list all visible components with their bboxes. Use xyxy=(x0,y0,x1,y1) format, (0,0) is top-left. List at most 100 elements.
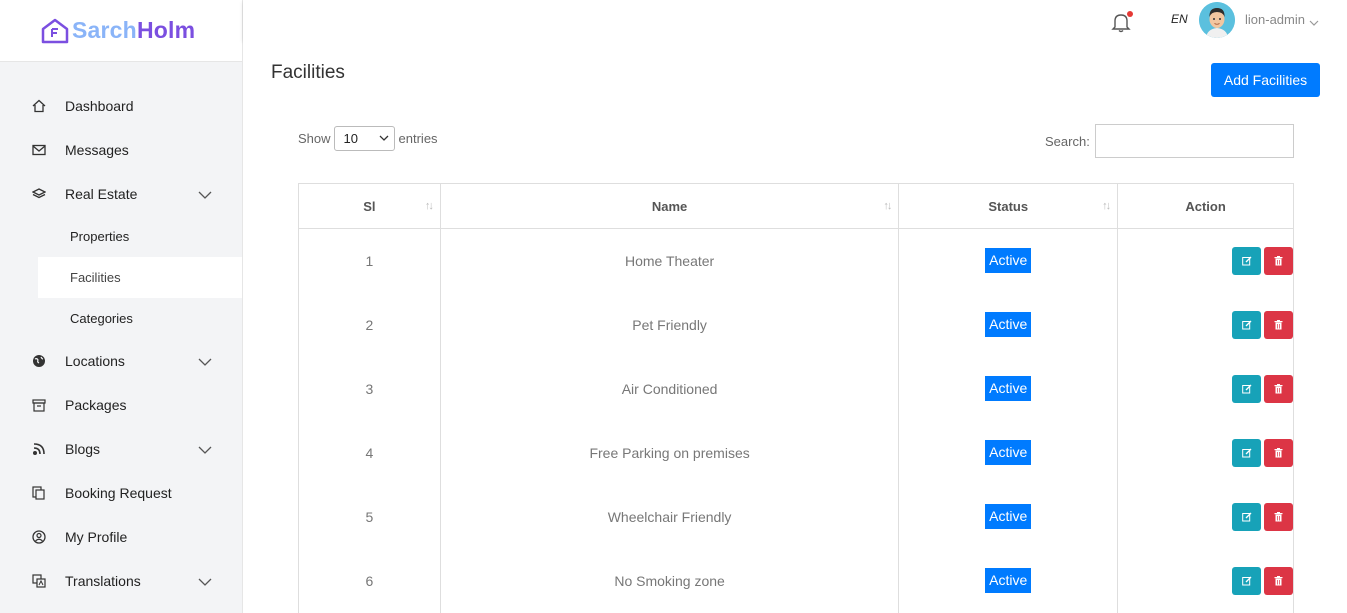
trash-icon xyxy=(1274,255,1283,266)
delete-button[interactable] xyxy=(1264,310,1293,339)
cell-name: Pet Friendly xyxy=(439,292,900,357)
layers-icon xyxy=(31,186,47,202)
sidebar-subitem-properties[interactable]: Properties xyxy=(0,216,242,257)
delete-button[interactable] xyxy=(1264,566,1293,595)
edit-button[interactable] xyxy=(1232,502,1261,531)
table-search: Search: xyxy=(1045,124,1294,158)
page-title: Facilities xyxy=(271,62,345,83)
sidebar-item-blogs[interactable]: Blogs xyxy=(0,427,242,471)
top-bar: EN lion-admin xyxy=(243,0,1347,40)
sidebar-subitem-facilities[interactable]: Facilities xyxy=(38,257,242,298)
cell-sl: 4 xyxy=(298,420,441,485)
sidebar-item-messages[interactable]: Messages xyxy=(0,128,242,172)
column-header-label: Name xyxy=(651,198,688,214)
translate-icon xyxy=(31,573,47,589)
sidebar-item-label: Real Estate xyxy=(65,186,138,202)
edit-icon xyxy=(1241,448,1251,457)
cell-sl: 2 xyxy=(298,292,441,357)
trash-icon xyxy=(1274,575,1283,585)
sidebar-item-locations[interactable]: Locations xyxy=(0,339,242,383)
sidebar-item-label: Dashboard xyxy=(65,98,134,114)
sidebar-item-real-estate[interactable]: Real Estate xyxy=(0,172,242,216)
edit-button[interactable] xyxy=(1232,438,1261,467)
sidebar: SarchHolm Dashboard Messages Real Estate… xyxy=(0,0,243,613)
sidebar-item-dashboard[interactable]: Dashboard xyxy=(0,84,242,128)
table-header-row: Sl ↑↓ Name ↑↓ Status ↑↓ Action xyxy=(298,183,1294,229)
edit-button[interactable] xyxy=(1232,246,1261,275)
edit-button[interactable] xyxy=(1232,374,1261,403)
trash-icon xyxy=(1274,447,1283,457)
cell-name: No Smoking zone xyxy=(439,548,900,613)
cell-sl: 6 xyxy=(298,548,441,613)
table-row: 6 No Smoking zone Active xyxy=(298,548,1294,613)
edit-button[interactable] xyxy=(1232,566,1261,595)
entries-select-value: 10 xyxy=(343,131,358,146)
sidebar-item-packages[interactable]: Packages xyxy=(0,383,242,427)
edit-icon xyxy=(1241,512,1251,521)
entries-label: entries xyxy=(398,131,438,146)
user-circle-icon xyxy=(31,529,47,545)
status-badge[interactable]: Active xyxy=(985,312,1032,337)
sidebar-item-label: Locations xyxy=(65,353,125,369)
search-input[interactable] xyxy=(1094,124,1294,158)
cell-name: Home Theater xyxy=(439,228,900,293)
column-header-label: Action xyxy=(1185,198,1226,214)
notification-bell-icon[interactable] xyxy=(1111,11,1133,35)
column-header-label: Sl xyxy=(363,198,376,214)
cell-actions xyxy=(1117,484,1294,549)
main-content: Facilities Add Facilities Show 10 entrie… xyxy=(243,40,1347,613)
table-row: 3 Air Conditioned Active xyxy=(298,356,1294,421)
delete-button[interactable] xyxy=(1264,246,1293,275)
chevron-down-icon xyxy=(198,353,212,369)
status-badge[interactable]: Active xyxy=(985,248,1032,274)
column-header-sl[interactable]: Sl ↑↓ xyxy=(298,183,441,229)
cell-actions xyxy=(1117,420,1294,485)
sidebar-subitem-categories[interactable]: Categories xyxy=(0,298,242,339)
sidebar-item-label: Messages xyxy=(65,142,129,158)
entries-length-control: Show 10 entries xyxy=(298,126,438,151)
entries-select[interactable]: 10 xyxy=(333,126,395,151)
cell-name: Wheelchair Friendly xyxy=(439,484,900,549)
sidebar-item-booking-request[interactable]: Booking Request xyxy=(0,471,242,515)
sort-asc-icon: ↑↓ xyxy=(424,200,434,212)
cell-actions xyxy=(1117,228,1294,293)
column-header-label: Status xyxy=(988,198,1029,214)
column-header-name[interactable]: Name ↑↓ xyxy=(439,183,900,229)
cell-actions xyxy=(1117,548,1294,613)
column-header-status[interactable]: Status ↑↓ xyxy=(898,183,1119,229)
sidebar-item-translations[interactable]: Translations xyxy=(0,559,242,603)
sidebar-nav: Dashboard Messages Real Estate Propertie… xyxy=(0,62,242,603)
cell-status: Active xyxy=(898,228,1119,293)
trash-icon xyxy=(1274,511,1283,521)
username[interactable]: lion-admin xyxy=(1245,12,1305,27)
table-row: 2 Pet Friendly Active xyxy=(298,292,1294,357)
logo[interactable]: SarchHolm xyxy=(0,0,242,62)
sidebar-item-label: My Profile xyxy=(65,529,128,545)
real-estate-submenu: Properties Facilities Categories xyxy=(0,216,242,339)
status-badge[interactable]: Active xyxy=(985,568,1032,593)
chevron-down-icon xyxy=(198,186,212,202)
sidebar-item-my-profile[interactable]: My Profile xyxy=(0,515,242,559)
avatar[interactable] xyxy=(1199,2,1235,38)
cell-actions xyxy=(1117,356,1294,421)
language-switcher[interactable]: EN xyxy=(1171,12,1188,26)
edit-button[interactable] xyxy=(1232,310,1261,339)
add-facilities-button[interactable]: Add Facilities xyxy=(1211,63,1320,97)
cell-status: Active xyxy=(898,292,1119,357)
sidebar-item-label: Translations xyxy=(65,573,141,589)
table-row: 5 Wheelchair Friendly Active xyxy=(298,484,1294,549)
status-badge[interactable]: Active xyxy=(985,376,1032,401)
cell-actions xyxy=(1117,292,1294,357)
edit-icon xyxy=(1241,384,1251,393)
cell-status: Active xyxy=(898,484,1119,549)
chevron-down-icon[interactable] xyxy=(1309,13,1319,31)
delete-button[interactable] xyxy=(1264,374,1293,403)
search-label: Search: xyxy=(1045,133,1090,149)
sidebar-item-label: Blogs xyxy=(65,441,101,457)
table-body: 1 Home Theater Active 2 Pet Friendly Active 3 A… xyxy=(298,228,1294,613)
delete-button[interactable] xyxy=(1264,502,1293,531)
status-badge[interactable]: Active xyxy=(985,504,1032,529)
delete-button[interactable] xyxy=(1264,438,1293,467)
status-badge[interactable]: Active xyxy=(985,440,1032,465)
cell-sl: 5 xyxy=(298,484,441,549)
